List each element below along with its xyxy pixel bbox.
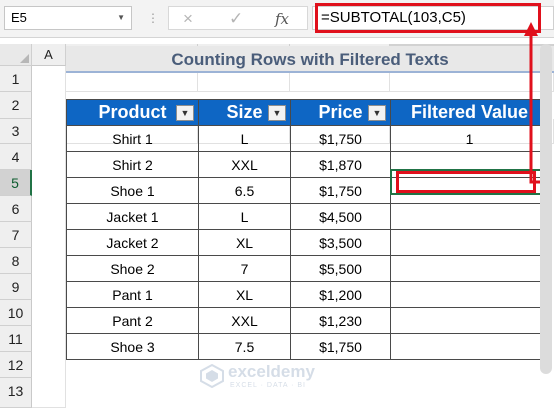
header-filtered-value[interactable]: Filtered Value [390,99,549,126]
row-header-9[interactable]: 9 [0,274,32,300]
confirm-icon[interactable]: ✓ [229,9,243,29]
row-header-10[interactable]: 10 [0,300,32,326]
filtered-value-cell[interactable] [390,281,549,308]
row-header-12[interactable]: 12 [0,352,32,378]
price-cell[interactable]: $1,750 [290,125,391,152]
table-row: Shoe 3 7.5 $1,750 [66,333,549,360]
price-cell[interactable]: $1,750 [290,177,391,204]
price-cell[interactable]: $1,750 [290,333,391,360]
header-product-label: Product [98,102,167,122]
column-a-cells[interactable] [32,66,66,408]
formula-bar-splitter[interactable]: ⋮ [147,9,159,27]
product-cell[interactable]: Pant 2 [66,307,199,334]
filtered-value-cell[interactable] [390,333,549,360]
name-box-value: E5 [11,10,27,25]
row-header-5[interactable]: 5 [0,170,32,196]
formula-bar-buttons: × ✓ fx [168,6,308,30]
filter-dropdown-icon[interactable]: ▼ [176,105,194,121]
size-cell[interactable]: 7 [198,255,291,282]
filtered-value-cell[interactable] [390,151,549,178]
watermark-tagline: EXCEL · DATA · BI [230,382,306,389]
product-cell[interactable]: Shoe 3 [66,333,199,360]
watermark-name: exceldemy [228,362,315,381]
table-row: Shirt 2 XXL $1,870 [66,151,549,178]
filter-dropdown-icon[interactable]: ▼ [368,105,386,121]
insert-function-icon[interactable]: fx [275,9,289,29]
product-cell[interactable]: Shoe 2 [66,255,199,282]
header-size[interactable]: Size ▼ [198,99,291,126]
data-table: Product ▼ Size ▼ Price ▼ Filtered Value Shi… [66,99,549,360]
table-row: Shirt 1 L $1,750 1 [66,125,549,152]
header-size-label: Size [226,102,263,122]
filtered-value-cell[interactable] [390,177,549,204]
size-cell[interactable]: XL [198,281,291,308]
header-price-label: Price [318,102,363,122]
table-row: Shoe 2 7 $5,500 [66,255,549,282]
row-header-13[interactable]: 13 [0,378,32,408]
row-header-11[interactable]: 11 [0,326,32,352]
table-row: Jacket 2 XL $3,500 [66,229,549,256]
price-cell[interactable]: $1,200 [290,281,391,308]
product-cell[interactable]: Shoe 1 [66,177,199,204]
size-cell[interactable]: XXL [198,307,291,334]
exceldemy-logo-icon [200,364,224,388]
formula-bar: E5 ▼ ⋮ × ✓ fx =SUBTOTAL(103,C5) [0,0,554,38]
table-row: Pant 2 XXL $1,230 [66,307,549,334]
vertical-scrollbar[interactable] [540,44,552,374]
row-header-7[interactable]: 7 [0,222,32,248]
size-cell[interactable]: 6.5 [198,177,291,204]
size-cell[interactable]: L [198,125,291,152]
sheet-title: Counting Rows with Filtered Texts [66,46,554,73]
row-header-8[interactable]: 8 [0,248,32,274]
row-header-4[interactable]: 4 [0,144,32,170]
header-filtered-value-label: Filtered Value [410,102,529,122]
chevron-down-icon[interactable]: ▼ [117,7,125,29]
row-header-6[interactable]: 6 [0,196,32,222]
size-cell[interactable]: XXL [198,151,291,178]
filtered-value-cell[interactable]: 1 [390,125,549,152]
formula-input[interactable]: =SUBTOTAL(103,C5) [312,6,554,30]
price-cell[interactable]: $1,230 [290,307,391,334]
size-cell[interactable]: XL [198,229,291,256]
filtered-value-cell[interactable] [390,307,549,334]
name-box[interactable]: E5 ▼ [4,6,132,30]
price-cell[interactable]: $5,500 [290,255,391,282]
column-header-a[interactable]: A [32,44,66,66]
select-all-corner[interactable] [0,44,32,66]
price-cell[interactable]: $4,500 [290,203,391,230]
product-cell[interactable]: Shirt 1 [66,125,199,152]
header-product[interactable]: Product ▼ [66,99,199,126]
filtered-value-cell[interactable] [390,203,549,230]
size-cell[interactable]: 7.5 [198,333,291,360]
filtered-value-cell[interactable] [390,255,549,282]
cancel-icon[interactable]: × [183,9,193,29]
product-cell[interactable]: Jacket 1 [66,203,199,230]
row-header-3[interactable]: 3 [0,119,32,144]
table-row: Pant 1 XL $1,200 [66,281,549,308]
table-header-row: Product ▼ Size ▼ Price ▼ Filtered Value [66,99,549,126]
product-cell[interactable]: Jacket 2 [66,229,199,256]
price-cell[interactable]: $1,870 [290,151,391,178]
row-header-2[interactable]: 2 [0,92,32,119]
filtered-value-cell[interactable] [390,229,549,256]
size-cell[interactable]: L [198,203,291,230]
price-cell[interactable]: $3,500 [290,229,391,256]
watermark: exceldemy EXCEL · DATA · BI [200,360,350,394]
table-row: Jacket 1 L $4,500 [66,203,549,230]
filter-dropdown-icon[interactable]: ▼ [268,105,286,121]
row-header-1[interactable]: 1 [0,66,32,92]
product-cell[interactable]: Shirt 2 [66,151,199,178]
header-price[interactable]: Price ▼ [290,99,391,126]
product-cell[interactable]: Pant 1 [66,281,199,308]
table-row: Shoe 1 6.5 $1,750 [66,177,549,204]
